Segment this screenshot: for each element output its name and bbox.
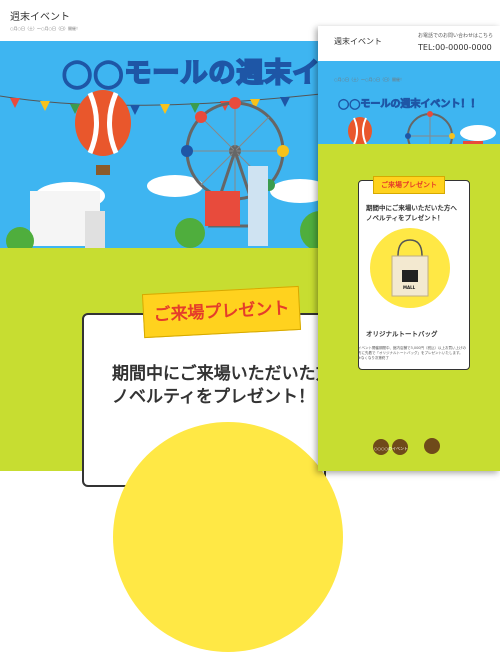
bag-logo-text: MALL — [403, 285, 416, 290]
bag-description-text: イベント開催期間中、館内店舗で3,000円（税込）以上お買い上げの方に先着で「オ… — [358, 346, 467, 355]
back-present-tag: ご来場プレゼント — [141, 285, 302, 339]
front-present-message: 期間中にご来場いただいた方へ ノベルティをプレゼント！ — [366, 203, 457, 223]
back-message-line2: ノベルティをプレゼント！ — [112, 387, 315, 407]
balloon-icon — [75, 90, 131, 175]
back-page-title: 週末イベント — [10, 12, 70, 23]
front-page-title: 週末イベント — [334, 37, 382, 46]
front-present-tag: ご来場プレゼント — [373, 176, 445, 194]
bag-note: ※なくなり次第終了 — [358, 356, 389, 360]
back-page-date: ○月○日（土）〜○月○日（日）開催！ — [10, 26, 80, 31]
back-hero-title: ◯◯モールの週末イベント！！ — [61, 57, 330, 90]
front-bag-circle: MALL — [370, 228, 450, 308]
bag-name: オリジナルトートバッグ — [366, 330, 438, 338]
front-page-date: ○月○日（土）〜○月○日（日）開催！ — [334, 77, 404, 82]
front-hero-title: ◯◯モールの週末イベント！！ — [338, 99, 481, 111]
back-present-tag-label: ご来場プレゼント — [153, 298, 290, 326]
event-bubble — [424, 438, 440, 454]
tote-bag-icon — [391, 239, 429, 297]
back-message-line1: 期間中にご来場いただいた方へ — [112, 364, 350, 384]
back-present-message: 期間中にご来場いただいた方へ ノベルティをプレゼント！ — [112, 363, 350, 409]
front-message-line2: ノベルティをプレゼント！ — [366, 214, 444, 222]
front-page: 週末イベント お電話でのお問い合わせはこちら TEL:00-0000-0000 … — [318, 26, 500, 471]
contact-label: お電話でのお問い合わせはこちら — [418, 33, 494, 39]
tel-number[interactable]: TEL:00-0000-0000 — [418, 43, 492, 52]
front-message-line1: 期間中にご来場いただいた方へ — [366, 204, 457, 212]
back-bag-circle — [113, 422, 343, 652]
bag-description: イベント開催期間中、館内店舗で3,000円（税込）以上お買い上げの方に先着で「オ… — [358, 346, 468, 361]
front-present-tag-label: ご来場プレゼント — [381, 181, 437, 189]
bottom-event-label: ○○○○のイベント — [374, 446, 408, 451]
